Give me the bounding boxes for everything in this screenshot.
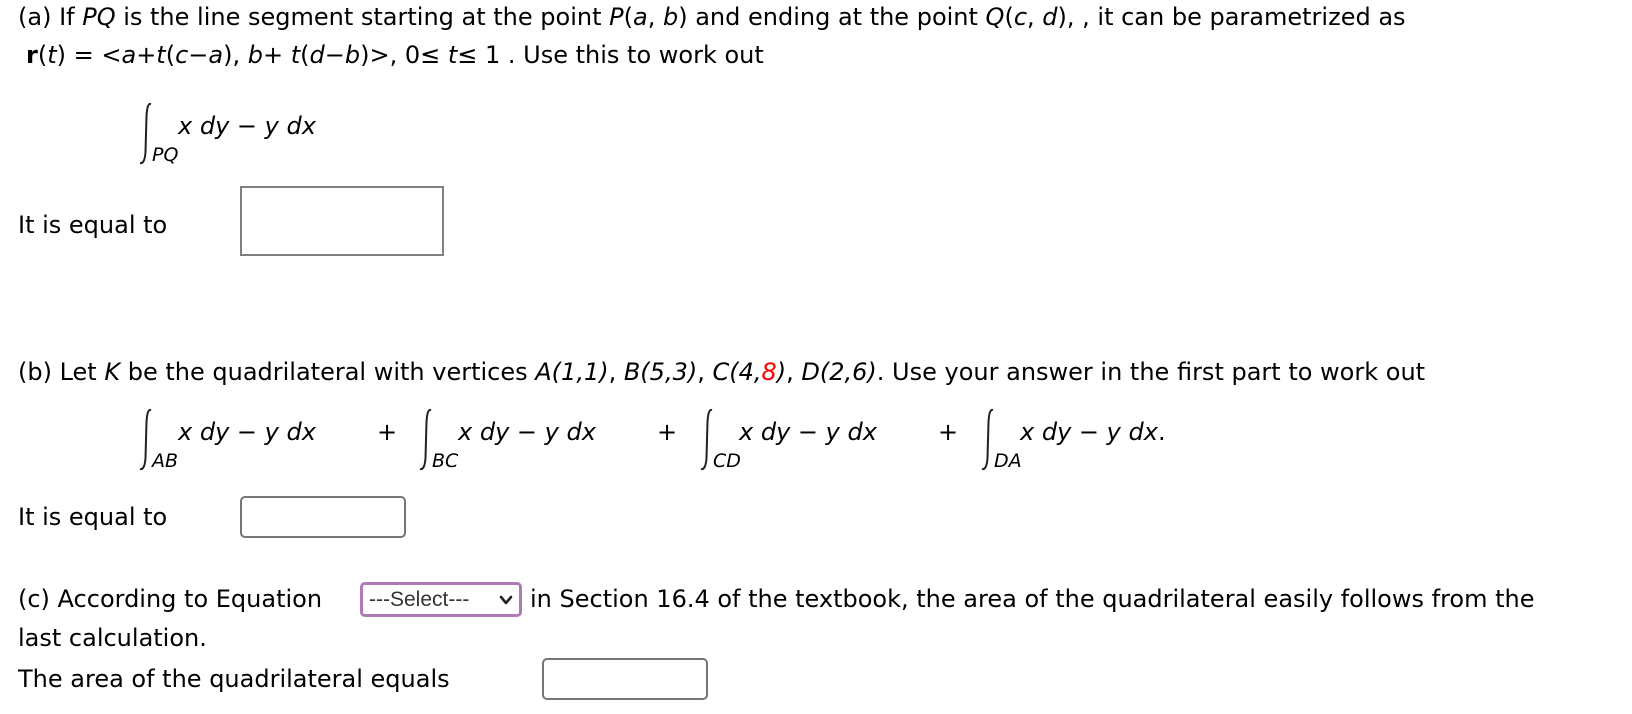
plus-sign: + xyxy=(377,418,398,446)
integral-subscript: PQ xyxy=(152,144,179,166)
integrand: x dy − y dx xyxy=(178,112,316,140)
part-a-parametrization-line: r(t) = <a+t(c−a), b+ t(d−b)>, 0≤ t≤ 1 . … xyxy=(26,40,764,70)
vertex-b: B(5,3) xyxy=(623,358,698,386)
var-c: c xyxy=(1013,3,1028,31)
integral-subscript: DA xyxy=(994,450,1022,472)
part-c-suffix: in Section 16.4 of the textbook, the are… xyxy=(530,585,1535,613)
vector-r: r xyxy=(26,41,38,69)
text: , xyxy=(647,3,663,31)
expr: a+t xyxy=(121,41,166,69)
point-p: P xyxy=(609,3,624,31)
vertex-c: C(4,8) xyxy=(712,358,786,386)
text: )>, 0≤ xyxy=(360,41,448,69)
text: + xyxy=(262,41,291,69)
integrand-term: y dx xyxy=(1106,418,1158,446)
integrand-term: x dy xyxy=(1020,418,1072,446)
text: is the line segment starting at the poin… xyxy=(115,3,610,31)
text: , , it can be parametrized as xyxy=(1066,3,1406,31)
var-b: b xyxy=(662,3,679,31)
part-a-answer-input[interactable] xyxy=(240,186,444,256)
integrand-term: y dx xyxy=(264,418,316,446)
var-k: K xyxy=(104,358,121,386)
text: ), xyxy=(223,41,248,69)
part-c-answer-input[interactable] xyxy=(542,658,708,700)
text: , xyxy=(786,358,802,386)
integrand-term: x dy xyxy=(458,418,510,446)
var-t: t xyxy=(47,41,57,69)
text: (b) Let xyxy=(18,358,105,386)
expr: b xyxy=(247,41,263,69)
integrand-term: y dx xyxy=(825,418,877,446)
part-a-intro-line-1: (a) If PQ is the line segment starting a… xyxy=(18,2,1406,32)
text: ) = < xyxy=(56,41,122,69)
integral-subscript: CD xyxy=(713,450,741,472)
integrand-term: y dx xyxy=(264,112,316,140)
text: . Use your answer in the first part to w… xyxy=(876,358,1426,386)
integral-subscript: BC xyxy=(432,450,459,472)
text: ≤ 1 . Use this to work out xyxy=(457,41,764,69)
expr: d−b xyxy=(309,41,361,69)
highlighted-value: 8 xyxy=(761,358,777,386)
segment-pq: PQ xyxy=(82,3,116,31)
text: , xyxy=(608,358,624,386)
text: (a) If xyxy=(18,3,83,31)
integrand-term: x dy xyxy=(739,418,791,446)
part-c-answer-label: The area of the quadrilateral equals xyxy=(18,665,450,693)
text: ( xyxy=(165,41,176,69)
part-a-answer-label: It is equal to xyxy=(18,211,168,239)
part-c-prefix: (c) According to Equation xyxy=(18,585,323,613)
period: . xyxy=(1157,418,1166,446)
minus-sign: − xyxy=(509,418,545,446)
vertex-d: D(2,6) xyxy=(801,358,877,386)
text: and ending at the point xyxy=(687,3,986,31)
text: ) xyxy=(1057,3,1067,31)
equation-select[interactable]: ---Select--- xyxy=(360,582,522,617)
integrand-term: y dx xyxy=(544,418,596,446)
text: , xyxy=(1027,3,1043,31)
part-c-line-2: last calculation. xyxy=(18,624,207,652)
text: be the quadrilateral with vertices xyxy=(120,358,536,386)
minus-sign: − xyxy=(790,418,826,446)
part-b-intro-line: (b) Let K be the quadrilateral with vert… xyxy=(18,357,1425,387)
vertex-a: A(1,1) xyxy=(535,358,609,386)
var-d: d xyxy=(1042,3,1058,31)
integrand-term: x dy xyxy=(178,418,230,446)
text: ( xyxy=(37,41,48,69)
text: ) xyxy=(678,3,688,31)
integrand: x dy − y dx xyxy=(458,418,596,446)
integral-subscript: AB xyxy=(152,450,179,472)
text: ( xyxy=(1004,3,1014,31)
chevron-down-icon xyxy=(499,595,513,605)
integrand: x dy − y dx xyxy=(739,418,877,446)
part-b-answer-label: It is equal to xyxy=(18,503,168,531)
plus-sign: + xyxy=(657,418,678,446)
point-q: Q xyxy=(985,3,1005,31)
plus-sign: + xyxy=(938,418,959,446)
text: ( xyxy=(300,41,310,69)
expr: t xyxy=(290,41,301,69)
text: , xyxy=(697,358,713,386)
minus-sign: − xyxy=(1071,418,1107,446)
var-a: a xyxy=(632,3,648,31)
select-value: ---Select--- xyxy=(369,587,470,611)
text: ) xyxy=(776,358,787,386)
minus-sign: − xyxy=(229,112,265,140)
minus-sign: − xyxy=(229,418,265,446)
part-b-answer-input[interactable] xyxy=(240,496,406,538)
integrand: x dy − y dx. xyxy=(1020,418,1166,446)
text: ( xyxy=(623,3,633,31)
integrand: x dy − y dx xyxy=(178,418,316,446)
expr: t xyxy=(447,41,458,69)
expr: c−a xyxy=(175,41,224,69)
text: C(4, xyxy=(712,358,762,386)
integrand-term: x dy xyxy=(178,112,230,140)
